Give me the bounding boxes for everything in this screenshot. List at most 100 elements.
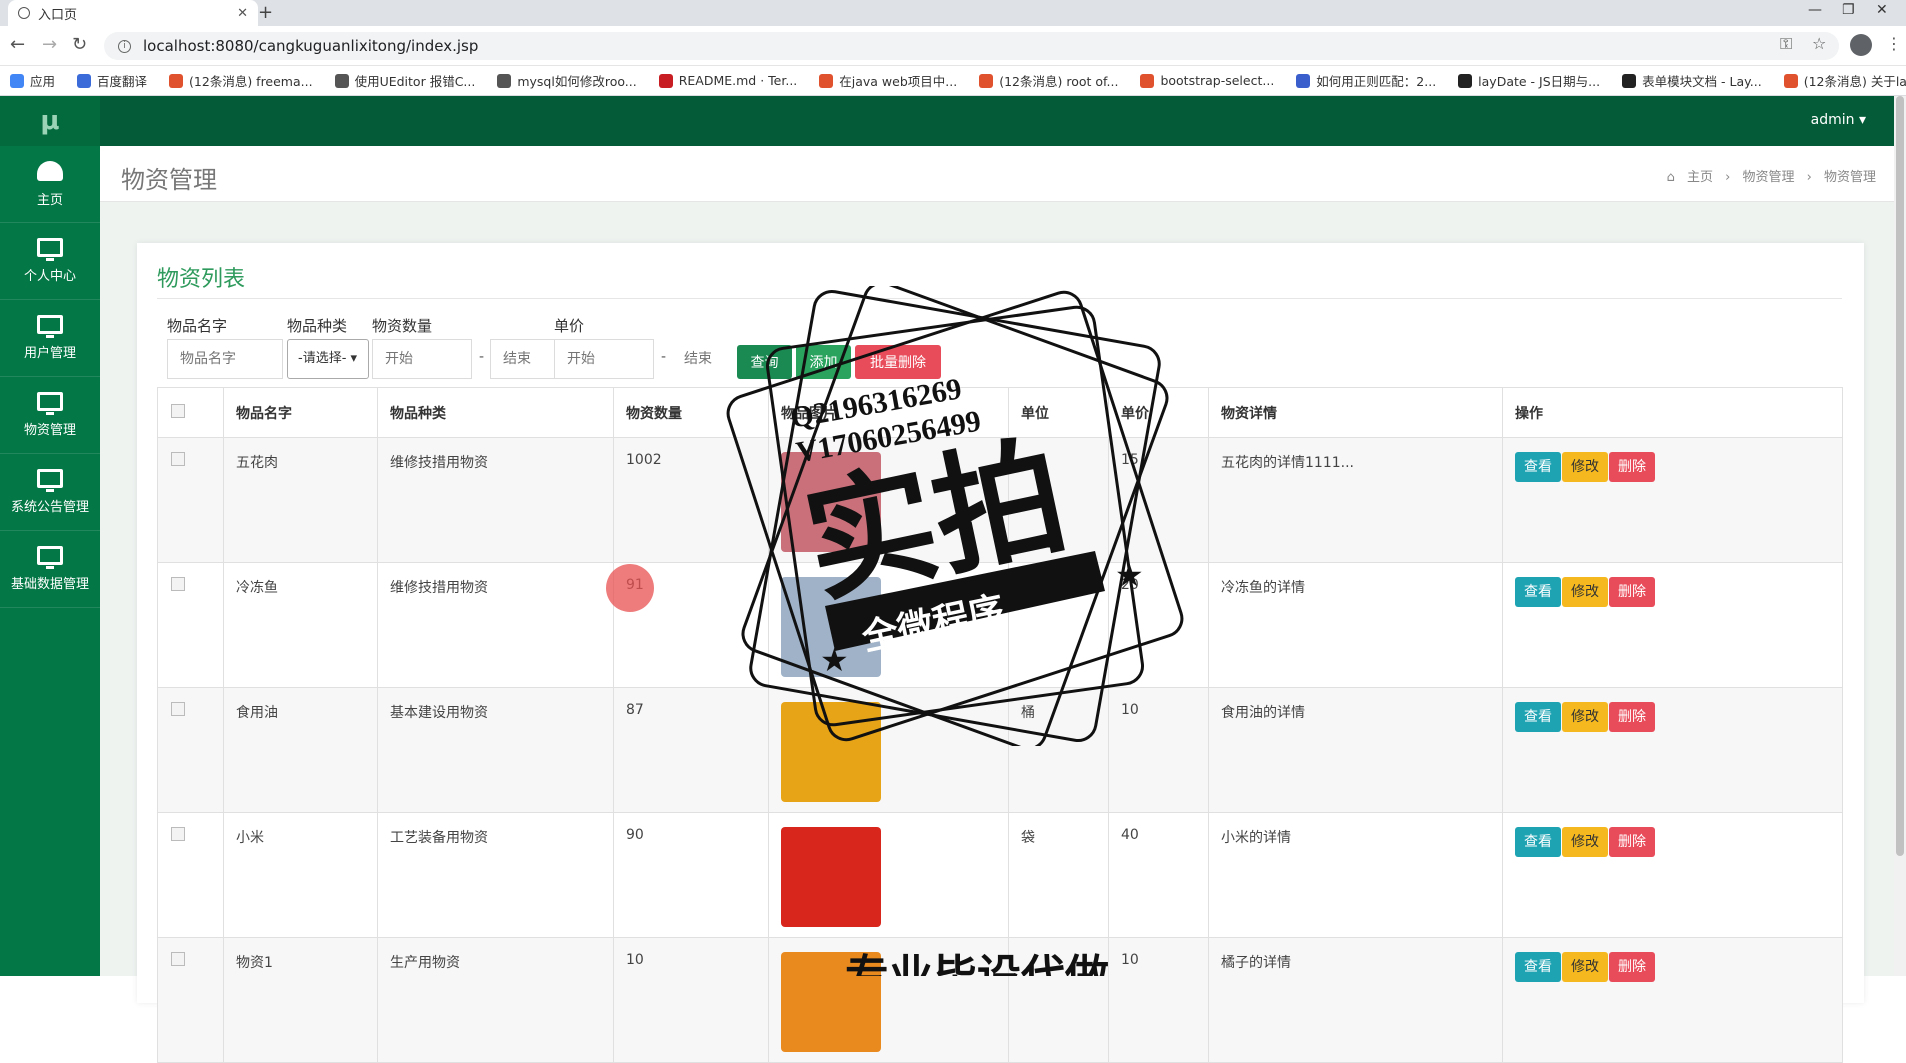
bookmark-item[interactable]: (12条消息) root of...: [979, 71, 1118, 90]
bookmark-item[interactable]: 在java web项目中...: [819, 71, 957, 90]
key-icon[interactable]: ⚿: [1780, 34, 1792, 54]
sidebar-item-1[interactable]: 个人中心: [0, 223, 100, 300]
minimize-icon[interactable]: —: [1808, 2, 1822, 18]
name-filter-input[interactable]: [167, 339, 283, 379]
sidebar-item-4[interactable]: 系统公告管理: [0, 454, 100, 531]
sidebar-item-0[interactable]: 主页: [0, 146, 100, 223]
col-unit: 单位: [1008, 387, 1109, 438]
row-checkbox[interactable]: [171, 577, 185, 591]
reload-icon[interactable]: ↻: [72, 34, 87, 55]
edit-button[interactable]: 修改: [1562, 452, 1608, 482]
col-actions: 操作: [1502, 387, 1843, 438]
cell-unit: [1008, 437, 1109, 563]
table-row: 食用油 基本建设用物资 87 桶 10 食用油的详情 查看 修改 删除: [157, 687, 1843, 813]
bookmark-star-icon[interactable]: ☆: [1812, 34, 1826, 53]
bookmark-favicon-icon: [1458, 73, 1473, 88]
cell-price: 20: [1108, 562, 1209, 688]
bookmark-item[interactable]: 百度翻译: [77, 71, 147, 90]
row-checkbox[interactable]: [171, 952, 185, 966]
view-button[interactable]: 查看: [1515, 577, 1561, 607]
bookmark-favicon-icon: [1140, 73, 1155, 88]
cell-unit: 袋: [1008, 812, 1109, 938]
bookmark-item[interactable]: (12条消息) freema...: [169, 71, 313, 90]
row-checkbox[interactable]: [171, 702, 185, 716]
cell-detail: 橘子的详情: [1208, 937, 1503, 1063]
breadcrumb-module[interactable]: 物资管理: [1742, 170, 1794, 185]
select-all-checkbox[interactable]: [171, 403, 185, 418]
bookmark-label: bootstrap-select...: [1160, 73, 1275, 88]
cell-name: 食用油: [223, 687, 378, 813]
cell-price: 40: [1108, 812, 1209, 938]
view-button[interactable]: 查看: [1515, 952, 1561, 982]
bookmark-item[interactable]: 表单模块文档 - Lay...: [1622, 71, 1762, 90]
new-tab-button[interactable]: +: [258, 2, 273, 23]
close-window-icon[interactable]: ✕: [1876, 2, 1888, 18]
list-title: 物资列表: [157, 267, 246, 292]
price-start-input[interactable]: [554, 339, 654, 379]
view-button[interactable]: 查看: [1515, 452, 1561, 482]
bookmark-item[interactable]: 如何用正则匹配：2...: [1296, 71, 1436, 90]
user-menu[interactable]: admin ▾: [1811, 112, 1866, 128]
sidebar-item-label: 基础数据管理: [10, 577, 89, 592]
bookmark-label: README.md · Ter...: [678, 73, 798, 88]
bookmark-favicon-icon: [334, 73, 349, 88]
delete-button[interactable]: 删除: [1609, 702, 1655, 732]
url-field[interactable]: i localhost:8080/cangkuguanlixitong/inde…: [104, 32, 1839, 60]
type-filter-select[interactable]: -请选择- ▾: [287, 339, 369, 379]
sidebar-item-5[interactable]: 基础数据管理: [0, 531, 100, 608]
view-button[interactable]: 查看: [1515, 702, 1561, 732]
delete-button[interactable]: 删除: [1609, 452, 1655, 482]
breadcrumb-home[interactable]: 主页: [1687, 170, 1713, 185]
bookmark-item[interactable]: README.md · Ter...: [658, 73, 798, 88]
cell-name: 物资1: [223, 937, 378, 1063]
back-icon[interactable]: ←: [10, 34, 25, 55]
bookmark-item[interactable]: bootstrap-select...: [1140, 73, 1274, 88]
forward-icon[interactable]: →: [42, 34, 57, 55]
edit-button[interactable]: 修改: [1562, 952, 1608, 982]
delete-button[interactable]: 删除: [1609, 577, 1655, 607]
bookmark-item[interactable]: 使用UEditor 报错C...: [334, 71, 475, 90]
bookmark-item[interactable]: 应用: [10, 71, 55, 90]
delete-button[interactable]: 删除: [1609, 952, 1655, 982]
bookmark-item[interactable]: mysql如何修改roo...: [497, 71, 637, 90]
info-icon[interactable]: i: [118, 39, 131, 53]
row-checkbox[interactable]: [171, 452, 185, 466]
bookmark-item[interactable]: (12条消息) 关于lay...: [1783, 71, 1906, 90]
breadcrumb: ⌂ 主页 › 物资管理 › 物资管理: [1666, 170, 1876, 185]
sidebar-item-3[interactable]: 物资管理: [0, 377, 100, 454]
sidebar-item-label: 主页: [36, 192, 63, 208]
profile-avatar[interactable]: [1850, 34, 1872, 56]
bookmark-item[interactable]: layDate - JS日期与...: [1458, 71, 1600, 90]
qty-start-input[interactable]: [372, 339, 472, 379]
globe-icon: [18, 7, 30, 19]
row-checkbox[interactable]: [171, 827, 185, 841]
edit-button[interactable]: 修改: [1562, 827, 1608, 857]
sidebar-item-label: 个人中心: [23, 269, 76, 284]
delete-button[interactable]: 删除: [1609, 827, 1655, 857]
close-tab-icon[interactable]: ✕: [237, 6, 248, 21]
menu-dots-icon[interactable]: ⋮: [1886, 34, 1902, 53]
scrollbar-thumb[interactable]: [1896, 96, 1904, 856]
browser-tab[interactable]: 入口页 ✕: [8, 0, 258, 26]
edit-button[interactable]: 修改: [1562, 577, 1608, 607]
edit-button[interactable]: 修改: [1562, 702, 1608, 732]
table-header-row: 物品名字 物品种类 物资数量 物品图片 单位 单价 物资详情 操作: [157, 387, 1843, 438]
cell-unit: 桶: [1008, 687, 1109, 813]
restore-icon[interactable]: ❐: [1842, 2, 1855, 18]
sidebar-item-2[interactable]: 用户管理: [0, 300, 100, 377]
cell-actions: 查看 修改 删除: [1502, 812, 1843, 938]
view-button[interactable]: 查看: [1515, 827, 1561, 857]
bookmark-label: (12条消息) freema...: [189, 74, 313, 89]
query-button[interactable]: 查询: [737, 345, 792, 379]
monitor-icon: [37, 469, 63, 492]
col-type: 物品种类: [377, 387, 614, 438]
dashboard-icon: [37, 160, 63, 181]
table-row: 小米 工艺装备用物资 90 袋 40 小米的详情 查看 修改 删除: [157, 812, 1843, 938]
bookmark-label: (12条消息) root of...: [999, 74, 1119, 89]
bookmark-favicon-icon: [658, 73, 673, 88]
batch-delete-button[interactable]: 批量删除: [855, 345, 941, 379]
cell-image: [768, 562, 1009, 688]
add-button[interactable]: 添加: [796, 345, 851, 379]
page-scrollbar[interactable]: [1894, 96, 1906, 976]
url-text: localhost:8080/cangkuguanlixitong/index.…: [143, 37, 479, 55]
